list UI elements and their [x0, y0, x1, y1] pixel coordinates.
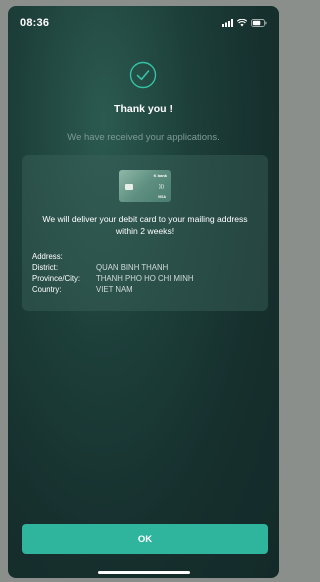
- cellular-signal-icon: [222, 19, 233, 27]
- card-chip-icon: [125, 184, 133, 190]
- district-row: District: QUAN BINH THANH: [32, 262, 262, 273]
- country-label: Country:: [32, 285, 62, 294]
- wifi-icon: [237, 19, 247, 27]
- province-value: THANH PHO HO CHI MINH: [96, 274, 194, 283]
- debit-card-image: K bank ))) VISA: [119, 170, 171, 202]
- country-value: VIET NAM: [96, 285, 133, 294]
- status-icons: [222, 19, 267, 27]
- mailing-address: Address: District: QUAN BINH THANH Provi…: [32, 251, 262, 295]
- address-row: Address:: [32, 251, 262, 262]
- confirmation-title: Thank you !: [114, 103, 173, 115]
- ok-button[interactable]: OK: [22, 524, 268, 554]
- card-bank-logo: K bank: [153, 173, 167, 178]
- delivery-message: We will deliver your debit card to your …: [42, 214, 248, 236]
- address-label: Address:: [32, 252, 63, 261]
- province-row: Province/City: THANH PHO HO CHI MINH: [32, 273, 262, 284]
- app-screen: 08:36 Thank you ! We have received your …: [8, 6, 279, 578]
- delivery-info-card: K bank ))) VISA We will deliver your deb…: [22, 155, 268, 311]
- battery-icon: [251, 19, 267, 27]
- confirmation-subtitle: We have received your applications.: [67, 132, 220, 143]
- status-bar: 08:36: [8, 6, 279, 40]
- contactless-icon: ))): [159, 184, 164, 190]
- province-label: Province/City:: [32, 274, 81, 283]
- country-row: Country: VIET NAM: [32, 284, 262, 295]
- home-indicator[interactable]: [98, 571, 190, 574]
- district-value: QUAN BINH THANH: [96, 263, 169, 272]
- card-network-logo: VISA: [157, 195, 166, 199]
- status-time: 08:36: [20, 17, 50, 29]
- success-check-icon: [129, 61, 157, 89]
- district-label: District:: [32, 263, 58, 272]
